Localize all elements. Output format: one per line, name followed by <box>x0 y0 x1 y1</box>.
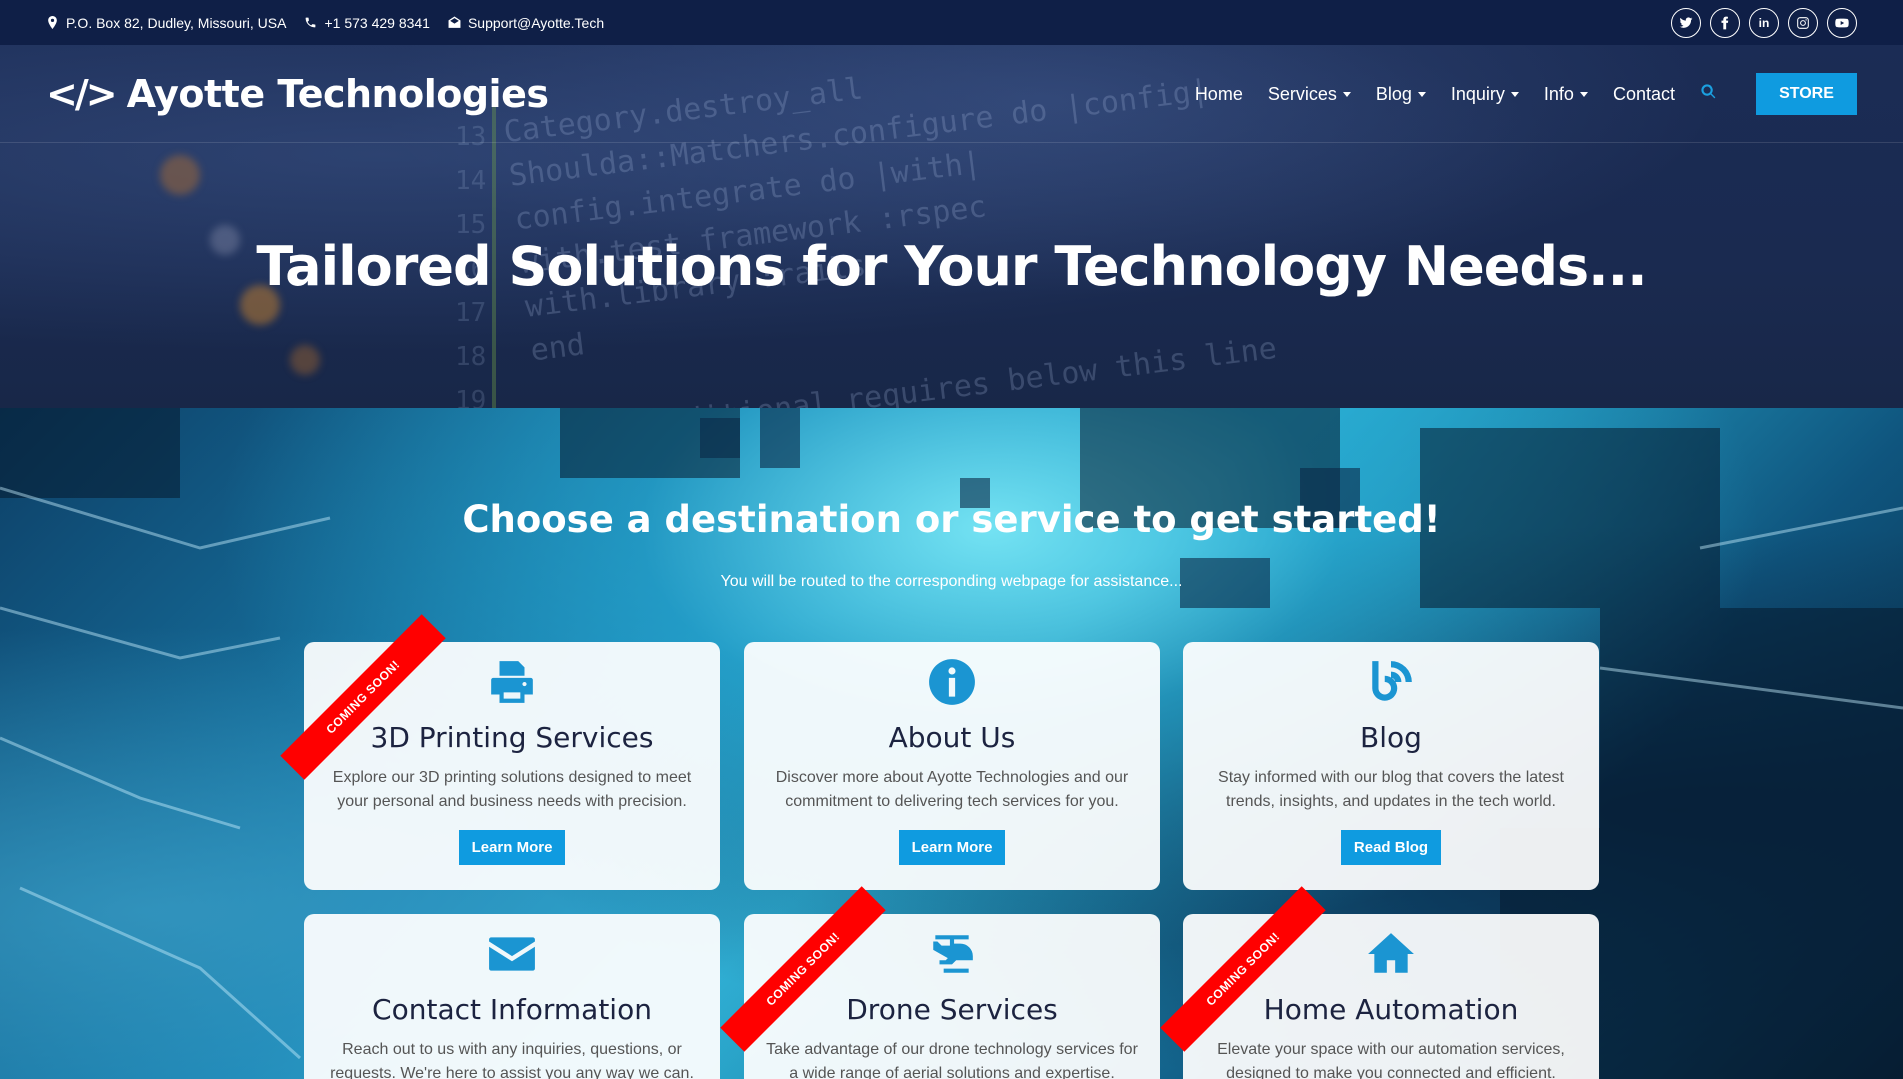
social-links: in <box>1671 7 1857 38</box>
nav-item-info[interactable]: Info <box>1544 84 1588 105</box>
card-title: Contact Information <box>372 993 652 1026</box>
instagram-icon[interactable] <box>1788 7 1818 38</box>
info-icon <box>744 657 1160 709</box>
caret-down-icon <box>1417 91 1426 97</box>
youtube-icon[interactable] <box>1827 7 1857 38</box>
caret-down-icon <box>1579 91 1588 97</box>
hero-title: Tailored Solutions for Your Technology N… <box>256 235 1647 298</box>
nav-item-inquiry[interactable]: Inquiry <box>1451 84 1519 105</box>
nav-label: Services <box>1267 83 1337 104</box>
email-text[interactable]: Support@Ayotte.Tech <box>468 15 604 31</box>
caret-down-icon <box>1342 91 1351 97</box>
envelope-icon <box>304 929 720 981</box>
map-pin-icon <box>48 16 57 29</box>
phone-text[interactable]: +1 573 429 8341 <box>324 15 430 31</box>
nav-label: Home <box>1194 83 1243 104</box>
card-title: 3D Printing Services <box>370 721 654 754</box>
nav-menu: Home Services Blog Inquiry Info Contact … <box>1195 45 1857 143</box>
site-logo[interactable]: </> Ayotte Technologies <box>46 71 549 116</box>
nav-item-services[interactable]: Services <box>1268 84 1351 105</box>
card-description: Stay informed with our blog that covers … <box>1218 769 1564 810</box>
address-item: P.O. Box 82, Dudley, Missouri, USA <box>46 15 286 31</box>
nav-label: Blog <box>1375 83 1412 104</box>
main-navbar: </> Ayotte Technologies Home Services Bl… <box>0 45 1903 143</box>
logo-text: Ayotte Technologies <box>126 71 549 116</box>
section-subtitle: You will be routed to the corresponding … <box>720 573 1183 590</box>
blog-icon <box>1183 657 1599 709</box>
card-description: Discover more about Ayotte Technologies … <box>775 769 1129 810</box>
nav-item-contact[interactable]: Contact <box>1613 84 1675 105</box>
card-drone-services: Drone Services Take advantage of our dro… <box>744 914 1160 1079</box>
top-info-bar: P.O. Box 82, Dudley, Missouri, USA +1 57… <box>0 0 1903 45</box>
email-item[interactable]: Support@Ayotte.Tech <box>448 15 604 31</box>
phone-icon <box>306 17 316 28</box>
card-description: Explore our 3D printing solutions design… <box>332 769 692 810</box>
caret-down-icon <box>1510 91 1519 97</box>
nav-item-blog[interactable]: Blog <box>1376 84 1426 105</box>
card-title: Blog <box>1360 721 1422 754</box>
nav-item-home[interactable]: Home <box>1195 84 1243 105</box>
nav-label: Info <box>1543 83 1574 104</box>
card-blog: Blog Stay informed with our blog that co… <box>1183 642 1599 890</box>
code-brackets-icon: </> <box>46 71 118 116</box>
card-home-automation: Home Automation Elevate your space with … <box>1183 914 1599 1079</box>
card-description: Reach out to us with any inquiries, ques… <box>330 1041 694 1079</box>
store-button[interactable]: STORE <box>1756 73 1857 115</box>
card-title: Home Automation <box>1263 993 1519 1026</box>
card-about-us: About Us Discover more about Ayotte Tech… <box>744 642 1160 890</box>
card-title: About Us <box>888 721 1016 754</box>
envelope-open-icon <box>448 16 461 28</box>
card-description: Elevate your space with our automation s… <box>1217 1041 1565 1079</box>
phone-item[interactable]: +1 573 429 8341 <box>304 15 430 31</box>
twitter-icon[interactable] <box>1671 7 1701 38</box>
card-contact-information: Contact Information Reach out to us with… <box>304 914 720 1079</box>
learn-more-button[interactable]: Learn More <box>898 830 1006 865</box>
learn-more-button[interactable]: Learn More <box>458 830 566 865</box>
card-description: Take advantage of our drone technology s… <box>766 1041 1138 1079</box>
nav-label: Contact <box>1612 83 1675 104</box>
read-blog-button[interactable]: Read Blog <box>1340 830 1442 865</box>
nav-label: Inquiry <box>1450 83 1505 104</box>
services-section: Choose a destination or service to get s… <box>0 408 1903 1079</box>
linkedin-icon[interactable]: in <box>1749 7 1779 38</box>
address-text: P.O. Box 82, Dudley, Missouri, USA <box>66 14 287 31</box>
section-title: Choose a destination or service to get s… <box>462 498 1441 541</box>
search-icon[interactable] <box>1700 83 1717 105</box>
contact-info: P.O. Box 82, Dudley, Missouri, USA +1 57… <box>46 15 604 31</box>
facebook-icon[interactable] <box>1710 7 1740 38</box>
card-title: Drone Services <box>846 993 1058 1026</box>
